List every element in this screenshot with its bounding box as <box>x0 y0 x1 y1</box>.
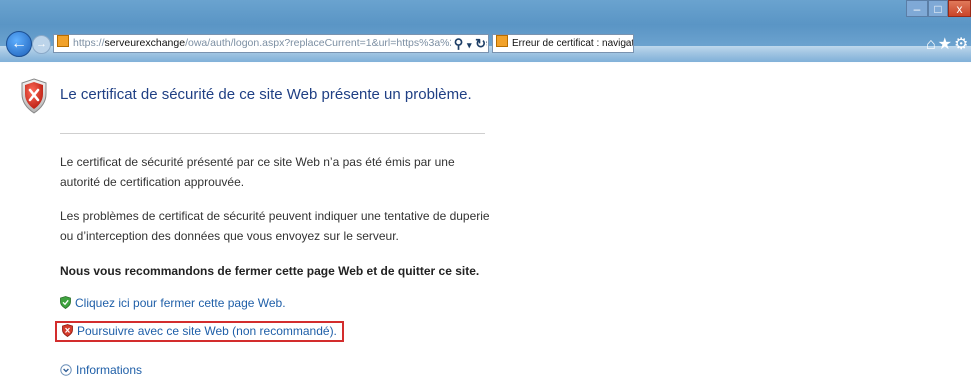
tab-title: Erreur de certificat : navigat... <box>512 38 634 49</box>
address-controls: ⚲ ▾ ↻ <box>450 35 486 52</box>
tab-close-icon[interactable]: × <box>623 35 629 52</box>
favorites-star-icon[interactable]: ★ <box>938 36 954 53</box>
continue-to-site-link[interactable]: Poursuivre avec ce site Web (non recomma… <box>55 321 344 342</box>
search-icon[interactable]: ⚲ <box>454 36 464 51</box>
site-favicon-icon <box>57 35 69 47</box>
forward-button[interactable]: → <box>32 35 51 54</box>
information-label: Informations <box>76 363 143 377</box>
address-bar[interactable]: https://serveurexchange/owa/auth/logon.a… <box>53 34 489 53</box>
home-icon[interactable]: ⌂ <box>926 36 938 53</box>
recommendation-text: Nous vous recommandons de fermer cette p… <box>60 264 480 278</box>
back-button[interactable]: ← <box>6 31 32 57</box>
url-path: /owa/auth/logon.aspx?replaceCurrent=1&ur… <box>185 37 488 49</box>
shield-error-small-icon <box>62 324 73 337</box>
back-arrow-icon: ← <box>11 35 27 52</box>
url-host: serveurexchange <box>104 37 186 49</box>
dropdown-arrow-icon[interactable]: ▾ <box>467 40 472 50</box>
url-scheme: https:// <box>73 37 105 49</box>
information-toggle[interactable]: Informations <box>60 363 142 377</box>
shield-ok-icon <box>60 296 71 309</box>
toolbar-icons: ⌂★⚙ <box>926 34 970 54</box>
expand-chevron-icon <box>60 364 72 376</box>
close-page-link[interactable]: Cliquez ici pour fermer cette page Web. <box>60 296 286 310</box>
shield-error-icon <box>21 78 47 114</box>
maximize-button[interactable]: □ <box>928 0 948 17</box>
window-controls: – □ x <box>906 0 971 18</box>
continue-link-label: Poursuivre avec ce site Web (non recomma… <box>77 324 337 338</box>
forward-arrow-icon: → <box>36 38 47 50</box>
gear-icon[interactable]: ⚙ <box>954 36 970 53</box>
refresh-icon[interactable]: ↻ <box>475 36 486 51</box>
divider <box>60 133 485 134</box>
security-warning-text: Les problèmes de certificat de sécurité … <box>60 209 490 243</box>
close-window-button[interactable]: x <box>948 0 971 17</box>
tab-favicon-icon <box>496 35 508 47</box>
close-page-link-label: Cliquez ici pour fermer cette page Web. <box>75 296 286 310</box>
page-title: Le certificat de sécurité de ce site Web… <box>60 86 472 103</box>
minimize-button[interactable]: – <box>906 0 928 17</box>
certificate-explanation: Le certificat de sécurité présenté par c… <box>60 155 455 189</box>
tab-certificate-error[interactable]: Erreur de certificat : navigat... × <box>492 34 634 53</box>
